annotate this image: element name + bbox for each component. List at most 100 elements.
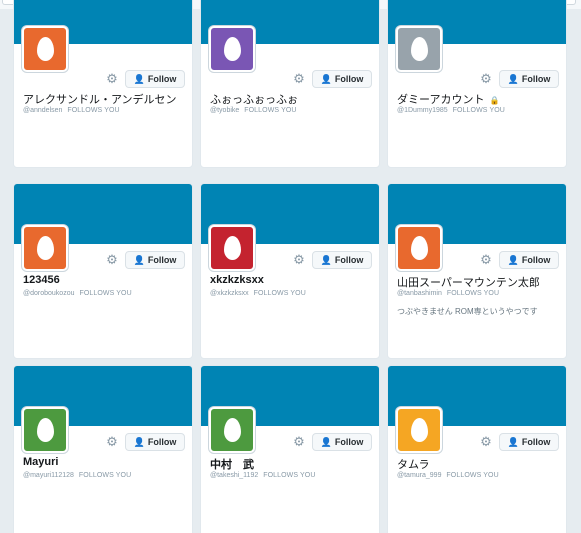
gear-icon[interactable]: ⚙ [479,72,493,86]
screen-name: @xkzkzksxx FOLLOWS YOU [210,290,378,297]
profile-card[interactable]: ⚙ 👤 Follow ダミーアカウント 🔒 @1Dummy1985 FOLLOWS… [387,0,567,168]
gear-icon[interactable]: ⚙ [105,72,119,86]
handle[interactable]: @tamura_999 [397,472,441,479]
display-name-text: Mayuri [23,456,59,468]
profile-card[interactable]: ⚙ 👤 Follow 123456 @doroboukozou FOLLOWS … [13,183,193,359]
handle[interactable]: @xkzkzksxx [210,290,249,297]
egg-avatar-icon [223,37,241,61]
follows-you-badge: FOLLOWS YOU [67,107,120,114]
screen-name: @takeshi_1192 FOLLOWS YOU [210,472,378,479]
follow-button-label: Follow [334,437,364,447]
person-add-icon: 👤 [507,73,519,84]
screen-name: @mayuri112128 FOLLOWS YOU [23,472,191,479]
avatar[interactable] [209,225,255,271]
follow-button-label: Follow [147,74,177,84]
display-name[interactable]: ふぉっふぉっふぉ [210,91,378,107]
handle[interactable]: @tyobike [210,107,239,114]
person-add-icon: 👤 [507,436,519,447]
gear-icon[interactable]: ⚙ [105,435,119,449]
profile-card[interactable]: ⚙ 👤 Follow Mayuri @mayuri112128 FOLLOWS … [13,365,193,533]
display-name-text: ふぉっふぉっふぉ [210,94,298,106]
profile-card[interactable]: ⚙ 👤 Follow 山田スーパーマウンテン太郎 @tanbashimin FO… [387,183,567,359]
display-name-text: xkzkzksxx [210,274,264,286]
egg-avatar-icon [36,37,54,61]
person-add-icon: 👤 [133,436,145,447]
person-add-icon: 👤 [133,254,145,265]
profile-card[interactable]: ⚙ 👤 Follow 中村 武 @takeshi_1192 FOLLOWS YO… [200,365,380,533]
egg-avatar-icon [410,236,428,260]
avatar[interactable] [209,26,255,72]
avatar[interactable] [396,225,442,271]
display-name-text: タムラ [397,459,430,471]
display-name[interactable]: 中村 武 [210,456,378,472]
follows-you-badge: FOLLOWS YOU [452,107,505,114]
avatar[interactable] [22,225,68,271]
handle[interactable]: @mayuri112128 [23,472,74,479]
egg-avatar-icon [410,418,428,442]
egg-avatar-icon [36,236,54,260]
follow-button-label: Follow [334,255,364,265]
profile-card[interactable]: ⚙ 👤 Follow アレクサンドル・アンデルセン @anndelsen FOL… [13,0,193,168]
avatar[interactable] [396,26,442,72]
egg-avatar-icon [410,37,428,61]
follow-button[interactable]: 👤 Follow [499,433,559,451]
follow-button[interactable]: 👤 Follow [499,251,559,269]
gear-icon[interactable]: ⚙ [292,253,306,267]
gear-icon[interactable]: ⚙ [292,72,306,86]
gear-icon[interactable]: ⚙ [479,253,493,267]
handle[interactable]: @tanbashimin [397,290,442,297]
display-name[interactable]: Mayuri [23,456,191,468]
display-name-text: 123456 [23,274,60,286]
egg-avatar-icon [223,236,241,260]
display-name[interactable]: タムラ [397,456,565,472]
display-name-text: 中村 武 [210,459,254,471]
person-add-icon: 👤 [507,254,519,265]
person-add-icon: 👤 [320,254,332,265]
person-add-icon: 👤 [133,73,145,84]
screen-name: @tyobike FOLLOWS YOU [210,107,378,114]
follows-you-badge: FOLLOWS YOU [79,290,132,297]
display-name[interactable]: 山田スーパーマウンテン太郎 [397,274,565,290]
avatar[interactable] [22,407,68,453]
display-name-text: 山田スーパーマウンテン太郎 [397,277,540,289]
follow-button[interactable]: 👤 Follow [312,70,372,88]
gear-icon[interactable]: ⚙ [292,435,306,449]
gear-icon[interactable]: ⚙ [479,435,493,449]
follow-button-label: Follow [334,74,364,84]
follow-button-label: Follow [521,74,551,84]
handle[interactable]: @anndelsen [23,107,62,114]
follow-button[interactable]: 👤 Follow [312,251,372,269]
screen-name: @anndelsen FOLLOWS YOU [23,107,191,114]
follow-button[interactable]: 👤 Follow [125,70,185,88]
egg-avatar-icon [36,418,54,442]
avatar[interactable] [209,407,255,453]
follow-button[interactable]: 👤 Follow [499,70,559,88]
display-name[interactable]: 123456 [23,274,191,286]
follow-button-label: Follow [147,437,177,447]
handle[interactable]: @doroboukozou [23,290,74,297]
lock-icon: 🔒 [489,96,500,105]
follows-you-badge: FOLLOWS YOU [446,472,499,479]
display-name[interactable]: xkzkzksxx [210,274,378,286]
display-name[interactable]: ダミーアカウント 🔒 [397,91,565,107]
profile-card[interactable]: ⚙ 👤 Follow xkzkzksxx @xkzkzksxx FOLLOWS … [200,183,380,359]
avatar[interactable] [396,407,442,453]
handle[interactable]: @takeshi_1192 [210,472,258,479]
display-name[interactable]: アレクサンドル・アンデルセン [23,91,191,107]
profile-card[interactable]: ⚙ 👤 Follow ふぉっふぉっふぉ @tyobike FOLLOWS YOU [200,0,380,168]
handle[interactable]: @1Dummy1985 [397,107,448,114]
follow-button[interactable]: 👤 Follow [125,433,185,451]
avatar[interactable] [22,26,68,72]
follow-button-label: Follow [521,255,551,265]
gear-icon[interactable]: ⚙ [105,253,119,267]
profile-bio: つぶやきません ROM専というやつです [397,307,538,316]
screen-name: @1Dummy1985 FOLLOWS YOU [397,107,565,114]
profile-card[interactable]: ⚙ 👤 Follow タムラ @tamura_999 FOLLOWS YOU [387,365,567,533]
follow-button-label: Follow [147,255,177,265]
screen-name: @tamura_999 FOLLOWS YOU [397,472,565,479]
follows-you-badge: FOLLOWS YOU [244,107,297,114]
follow-button-label: Follow [521,437,551,447]
follow-button[interactable]: 👤 Follow [312,433,372,451]
screen-name: @doroboukozou FOLLOWS YOU [23,290,191,297]
follow-button[interactable]: 👤 Follow [125,251,185,269]
